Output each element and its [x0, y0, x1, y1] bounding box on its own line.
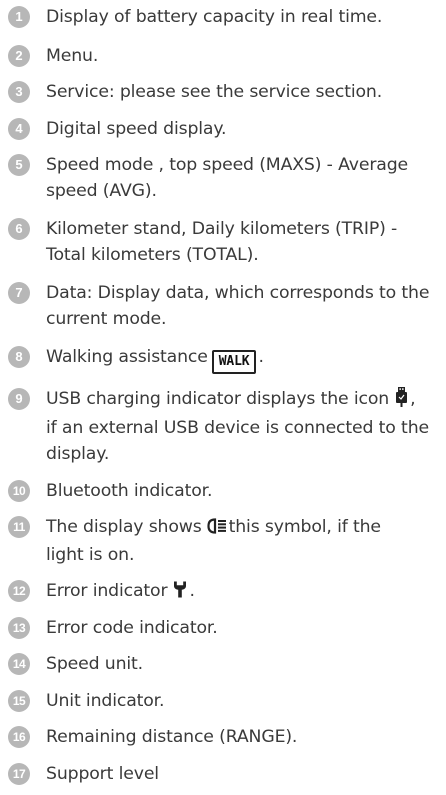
list-item: 17 Support level [8, 761, 440, 787]
item-number-badge: 14 [8, 653, 30, 675]
walk-badge-icon: WALK [211, 350, 257, 374]
item-text: Service: please see the service section. [46, 82, 383, 102]
item-text-line: if an external USB device is connected t… [46, 418, 429, 438]
item-number-badge: 15 [8, 690, 30, 712]
list-item: 11 The display shows this symbol, if the … [8, 514, 440, 568]
item-number-badge: 6 [8, 218, 30, 240]
item-number-badge: 1 [8, 6, 30, 28]
item-text-part: . [258, 347, 264, 367]
list-item: 6 Kilometer stand, Daily kilometers (TRI… [8, 216, 440, 268]
item-text-part: this symbol, if the [228, 517, 381, 537]
list-item: 4 Digital speed display. [8, 116, 440, 142]
list-item: 2 Menu. [8, 43, 440, 69]
item-number-badge: 11 [8, 516, 30, 538]
item-text-part: , [410, 389, 416, 409]
item-text: Menu. [46, 46, 99, 66]
list-item: 8 Walking assistance WALK. [8, 344, 440, 374]
item-number-badge: 8 [8, 346, 30, 368]
item-number-badge: 17 [8, 763, 30, 785]
item-text-part: USB charging indicator displays the icon [46, 389, 390, 409]
item-number-badge: 16 [8, 726, 30, 748]
item-text: Data: Display data, which corresponds to… [46, 280, 440, 332]
list-item: 10 Bluetooth indicator. [8, 478, 440, 504]
list-item: 13 Error code indicator. [8, 615, 440, 641]
item-text-part: Walking assistance [46, 347, 208, 367]
item-text: Bluetooth indicator. [46, 481, 213, 501]
item-text-line: light is on. [46, 545, 135, 565]
list-item: 9 USB charging indicator displays the ic… [8, 386, 440, 467]
item-number-badge: 10 [8, 480, 30, 502]
item-text: Remaining distance (RANGE). [46, 727, 298, 747]
item-text: Speed mode , top speed (MAXS) - Average … [46, 152, 440, 204]
item-text-line: display. [46, 444, 110, 464]
list-item: 1 Display of battery capacity in real ti… [8, 4, 440, 30]
wrench-icon [173, 580, 187, 606]
item-text-part: . [189, 581, 195, 601]
item-number-badge: 5 [8, 154, 30, 176]
item-text: Kilometer stand, Daily kilometers (TRIP)… [46, 216, 440, 268]
item-text: The display shows this symbol, if the lig… [46, 514, 440, 568]
item-text-line: Data: Display data, which corresponds to… [46, 283, 430, 303]
list-item: 12 Error indicator. [8, 578, 440, 606]
item-text-part: Error indicator [46, 581, 168, 601]
list-item: 15 Unit indicator. [8, 688, 440, 714]
list-item: 5 Speed mode , top speed (MAXS) - Averag… [8, 152, 440, 204]
list-item: 3 Service: please see the service sectio… [8, 79, 440, 105]
item-text-line: Speed mode , top speed (MAXS) - Average [46, 155, 409, 175]
item-text-line: Total kilometers (TOTAL). [46, 245, 259, 265]
list-item: 7 Data: Display data, which corresponds … [8, 280, 440, 332]
list-item: 14 Speed unit. [8, 651, 440, 677]
item-text: Walking assistance WALK. [46, 344, 440, 374]
item-text: Display of battery capacity in real time… [46, 7, 383, 27]
item-text: Support level [46, 764, 159, 784]
item-text: Error code indicator. [46, 618, 218, 638]
item-text-part: The display shows [46, 517, 202, 537]
usb-plug-icon [395, 387, 408, 415]
item-number-badge: 9 [8, 388, 30, 410]
item-number-badge: 12 [8, 580, 30, 602]
headlight-icon [207, 516, 227, 542]
item-number-badge: 2 [8, 45, 30, 67]
item-text: Speed unit. [46, 654, 143, 674]
item-number-badge: 7 [8, 282, 30, 304]
item-text-line: speed (AVG). [46, 181, 157, 201]
item-text: USB charging indicator displays the icon… [46, 386, 440, 467]
item-number-badge: 13 [8, 617, 30, 639]
item-number-badge: 4 [8, 118, 30, 140]
item-text-line: current mode. [46, 309, 167, 329]
item-text: Digital speed display. [46, 119, 227, 139]
item-text: Unit indicator. [46, 691, 165, 711]
item-text-line: Kilometer stand, Daily kilometers (TRIP)… [46, 219, 398, 239]
numbered-legend-list: 1 Display of battery capacity in real ti… [0, 0, 446, 795]
item-text: Error indicator. [46, 578, 440, 606]
item-number-badge: 3 [8, 81, 30, 103]
list-item: 16 Remaining distance (RANGE). [8, 724, 440, 750]
